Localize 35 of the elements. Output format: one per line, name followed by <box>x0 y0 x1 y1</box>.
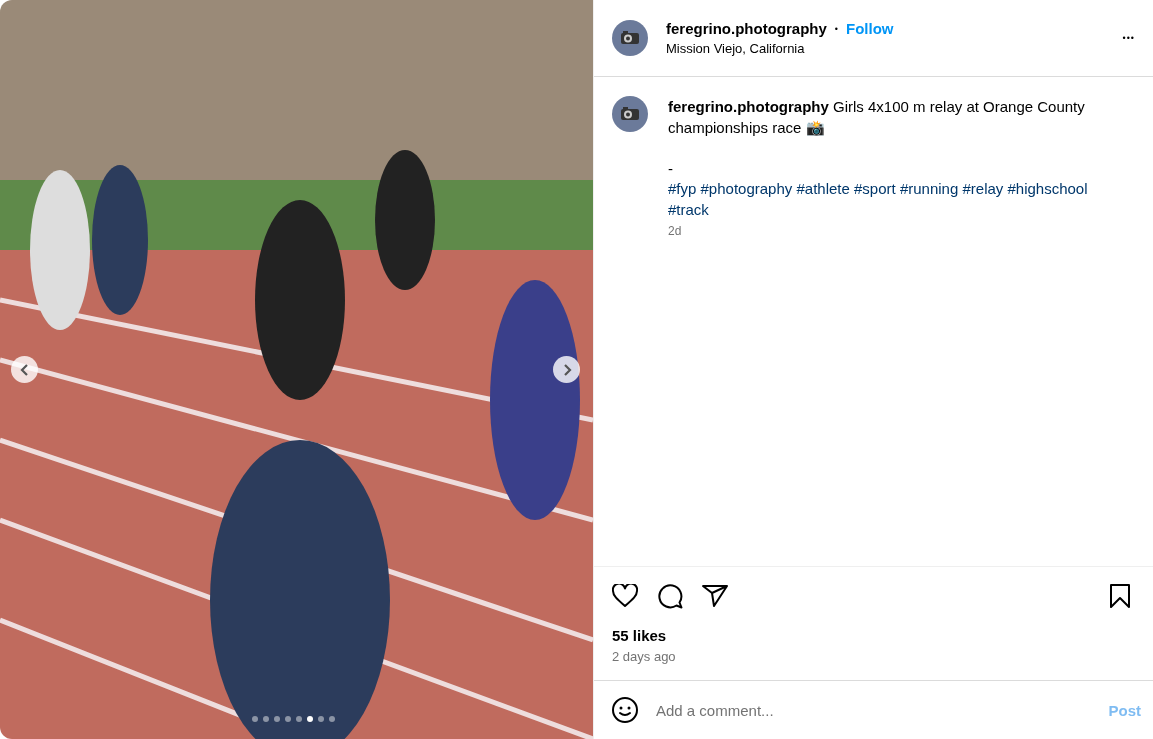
hashtag-link[interactable]: #relay <box>962 180 1004 197</box>
carousel-dot[interactable] <box>318 716 324 722</box>
chevron-left-icon <box>19 363 30 376</box>
hashtag-link[interactable]: #athlete <box>796 180 850 197</box>
separator-dot: • <box>834 23 838 34</box>
avatar-icon[interactable] <box>612 96 648 132</box>
carousel-dot[interactable] <box>296 716 302 722</box>
carousel-dot[interactable] <box>252 716 258 722</box>
carousel-dot[interactable] <box>329 716 335 722</box>
post-date: 2 days ago <box>611 648 677 666</box>
hashtag-link[interactable]: #track <box>668 201 709 218</box>
avatar-icon[interactable] <box>612 20 648 56</box>
chevron-right-icon <box>561 363 572 376</box>
carousel-dot[interactable] <box>285 716 291 722</box>
dash-text: - <box>668 159 673 178</box>
carousel-dot[interactable] <box>307 716 313 722</box>
location-link[interactable]: Mission Viejo, California <box>666 41 1105 56</box>
hashtag-link[interactable]: #fyp <box>668 180 697 197</box>
likes-count[interactable]: 55 likes <box>594 621 685 644</box>
more-options-button[interactable]: ••• <box>1122 33 1135 43</box>
comment-icon[interactable] <box>657 583 683 609</box>
hashtag-link[interactable]: #running <box>899 180 959 197</box>
hashtag-link[interactable]: #sport <box>854 180 896 197</box>
hashtag-link[interactable]: #highschool <box>1007 180 1088 197</box>
carousel-dot[interactable] <box>263 716 269 722</box>
carousel-dot[interactable] <box>274 716 280 722</box>
caption-text: feregrino.photography Girls 4x100 m relay at Orange County championships race 📸 <box>668 97 1086 138</box>
username-link[interactable]: feregrino.photography <box>666 20 827 37</box>
bookmark-icon[interactable] <box>1109 584 1131 608</box>
send-icon[interactable] <box>702 584 728 608</box>
timestamp: 2d <box>668 224 682 238</box>
smiley-icon[interactable] <box>612 697 638 723</box>
heart-icon[interactable] <box>612 584 638 608</box>
username-link[interactable]: feregrino.photography <box>668 98 829 115</box>
hashtag-link[interactable]: #photography <box>700 180 793 197</box>
